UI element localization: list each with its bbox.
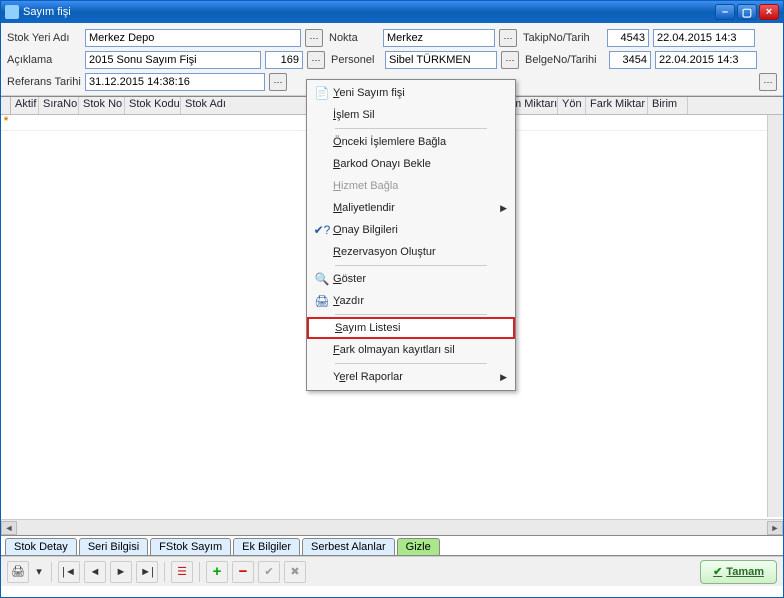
new-row-indicator-icon: * bbox=[1, 115, 11, 130]
nokta-label: Nokta bbox=[329, 32, 381, 44]
scroll-right-button[interactable]: ► bbox=[767, 521, 783, 535]
first-record-button[interactable]: |◄ bbox=[58, 561, 80, 583]
check-icon: ✔? bbox=[311, 223, 333, 237]
vertical-scrollbar[interactable] bbox=[767, 115, 783, 517]
new-icon: 📄 bbox=[311, 86, 333, 100]
menu-maliyetlendir[interactable]: Maliyetlendir bbox=[307, 197, 515, 219]
col-aktif[interactable]: Aktif bbox=[11, 97, 39, 114]
col-stokkodu[interactable]: Stok Kodu bbox=[125, 97, 181, 114]
belgeno-field[interactable]: 3454 bbox=[609, 51, 651, 69]
menu-onay-bilgileri[interactable]: ✔?Onay Bilgileri bbox=[307, 219, 515, 241]
extra-lookup-button[interactable]: ··· bbox=[759, 73, 777, 91]
stok-yeri-adi-label: Stok Yeri Adı bbox=[7, 32, 83, 44]
takiptarih-field[interactable]: 22.04.2015 14:3 bbox=[653, 29, 755, 47]
stok-yeri-adi-field[interactable]: Merkez Depo bbox=[85, 29, 301, 47]
takipno-field[interactable]: 4543 bbox=[607, 29, 649, 47]
referans-lookup-button[interactable]: ··· bbox=[269, 73, 287, 91]
col-farkmiktar[interactable]: Fark Miktar bbox=[586, 97, 648, 114]
menu-sayim-listesi[interactable]: Sayım Listesi bbox=[307, 317, 515, 339]
menu-onceki-islemlere-bagla[interactable]: Önceki İşlemlere Bağla bbox=[307, 131, 515, 153]
print-button[interactable]: 🖨 bbox=[7, 561, 29, 583]
scroll-left-button[interactable]: ◄ bbox=[1, 521, 17, 535]
prev-record-button[interactable]: ◄ bbox=[84, 561, 106, 583]
print-dropdown-icon[interactable]: ▾ bbox=[33, 561, 45, 583]
personel-lookup-button[interactable]: ··· bbox=[501, 51, 519, 69]
remove-button[interactable]: − bbox=[232, 561, 254, 583]
belgetarih-field[interactable]: 22.04.2015 14:3 bbox=[655, 51, 757, 69]
menu-barkod-onayi-bekle[interactable]: Barkod Onayı Bekle bbox=[307, 153, 515, 175]
titlebar: Sayım fişi – ▢ × bbox=[1, 1, 783, 23]
tab-ek-bilgiler[interactable]: Ek Bilgiler bbox=[233, 538, 300, 555]
app-icon bbox=[5, 5, 19, 19]
menu-yerel-raporlar[interactable]: Yerel Raporlar bbox=[307, 366, 515, 388]
menu-fark-olmayan-kayitlari-sil[interactable]: Fark olmayan kayıtları sil bbox=[307, 339, 515, 361]
last-record-button[interactable]: ►| bbox=[136, 561, 158, 583]
preview-icon: 🔍 bbox=[311, 272, 333, 286]
col-stokno[interactable]: Stok No bbox=[79, 97, 125, 114]
apply-button[interactable]: ✔ bbox=[258, 561, 280, 583]
tab-gizle[interactable]: Gizle bbox=[397, 538, 440, 555]
maximize-button[interactable]: ▢ bbox=[737, 4, 757, 20]
personel-field[interactable]: Sibel TÜRKMEN bbox=[385, 51, 497, 69]
nokta-lookup-button[interactable]: ··· bbox=[499, 29, 517, 47]
cancel-button[interactable]: ✖ bbox=[284, 561, 306, 583]
horizontal-scrollbar[interactable]: ◄ ► bbox=[1, 519, 783, 535]
menu-yazdir[interactable]: 🖨Yazdır bbox=[307, 290, 515, 312]
col-yon[interactable]: Yön bbox=[558, 97, 586, 114]
menu-islem-sil[interactable]: İşlem Sil bbox=[307, 104, 515, 126]
list-button[interactable]: ☰ bbox=[171, 561, 193, 583]
close-button[interactable]: × bbox=[759, 4, 779, 20]
aciklama-no-field[interactable]: 169 bbox=[265, 51, 303, 69]
tamam-button[interactable]: Tamam bbox=[700, 560, 777, 584]
tab-fstok-sayim[interactable]: FStok Sayım bbox=[150, 538, 231, 555]
print-icon: 🖨 bbox=[311, 294, 333, 308]
personel-label: Personel bbox=[331, 54, 383, 66]
tabs: Stok Detay Seri Bilgisi FStok Sayım Ek B… bbox=[1, 536, 783, 556]
aciklama-lookup-button[interactable]: ··· bbox=[307, 51, 325, 69]
menu-hizmet-bagla: Hizmet Bağla bbox=[307, 175, 515, 197]
context-menu: 📄Yeni Sayım fişi İşlem Sil Önceki İşleml… bbox=[306, 79, 516, 391]
tab-seri-bilgisi[interactable]: Seri Bilgisi bbox=[79, 538, 148, 555]
col-birim[interactable]: Birim bbox=[648, 97, 688, 114]
menu-goster[interactable]: 🔍Göster bbox=[307, 268, 515, 290]
takipno-label: TakipNo/Tarih bbox=[523, 32, 605, 44]
menu-rezervasyon-olustur[interactable]: Rezervasyon Oluştur bbox=[307, 241, 515, 263]
aciklama-field[interactable]: 2015 Sonu Sayım Fişi bbox=[85, 51, 261, 69]
nokta-field[interactable]: Merkez bbox=[383, 29, 495, 47]
minimize-button[interactable]: – bbox=[715, 4, 735, 20]
next-record-button[interactable]: ► bbox=[110, 561, 132, 583]
belgeno-label: BelgeNo/Tarihi bbox=[525, 54, 607, 66]
window-title: Sayım fişi bbox=[23, 6, 715, 18]
aciklama-label: Açıklama bbox=[7, 54, 83, 66]
stok-yeri-lookup-button[interactable]: ··· bbox=[305, 29, 323, 47]
referans-tarihi-field[interactable]: 31.12.2015 14:38:16 bbox=[85, 73, 265, 91]
menu-yeni-sayim-fisi[interactable]: 📄Yeni Sayım fişi bbox=[307, 82, 515, 104]
tab-serbest-alanlar[interactable]: Serbest Alanlar bbox=[302, 538, 395, 555]
bottom-toolbar: 🖨 ▾ |◄ ◄ ► ►| ☰ + − ✔ ✖ Tamam bbox=[1, 556, 783, 586]
referans-tarihi-label: Referans Tarihi bbox=[7, 76, 83, 88]
col-sirano[interactable]: SıraNo bbox=[39, 97, 79, 114]
tab-stok-detay[interactable]: Stok Detay bbox=[5, 538, 77, 555]
add-button[interactable]: + bbox=[206, 561, 228, 583]
